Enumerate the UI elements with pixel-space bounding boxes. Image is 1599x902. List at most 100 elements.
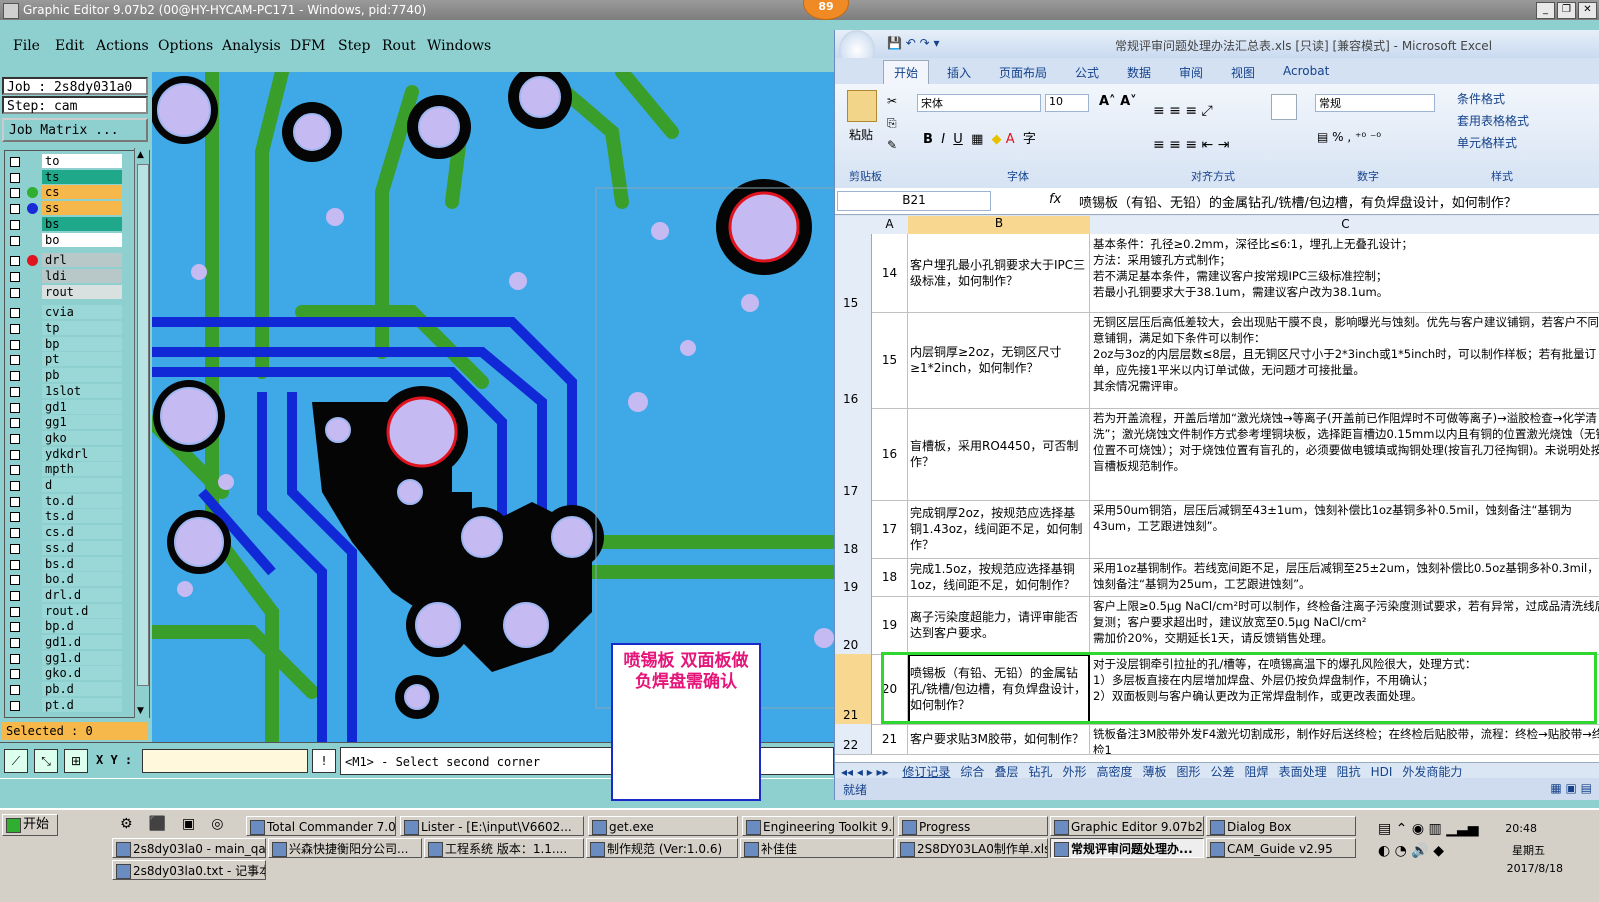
menu-dfm[interactable]: DFM [290, 38, 325, 54]
table-format-button[interactable]: 套用表格格式 [1457, 112, 1529, 129]
layer-checkbox[interactable] [10, 271, 20, 282]
layer-row[interactable]: pt [5, 352, 149, 367]
cell-b[interactable]: 内层铜厚≥2oz，无铜区尺寸≥1*2inch，如何制作？ [908, 312, 1090, 408]
taskbar-button[interactable]: 补佳佳 [740, 838, 894, 858]
layer-name[interactable]: rout [42, 284, 122, 299]
layer-name[interactable]: bp.d [42, 619, 122, 634]
sheet-tab[interactable]: HDI [1371, 765, 1393, 779]
layer-checkbox[interactable] [10, 622, 20, 633]
table-row[interactable]: 17 16 盲槽板，采用RO4450，可否制作？ 若为开盖流程，开盖后增加“激光烧蚀→… [835, 408, 1599, 501]
scroll-thumb[interactable] [137, 164, 149, 686]
row-header[interactable]: 16 [835, 312, 872, 408]
sheet-tab[interactable]: 图形 [1177, 765, 1201, 779]
layer-row[interactable]: drl.d [5, 587, 149, 603]
sheet-tab[interactable]: 表面处理 [1279, 765, 1327, 779]
layer-checkbox[interactable] [10, 606, 20, 617]
sheet-tab[interactable]: 阻抗 [1337, 765, 1361, 779]
layer-checkbox[interactable] [10, 188, 20, 199]
layer-checkbox[interactable] [10, 204, 20, 215]
layer-row[interactable]: ydkdrl [5, 446, 149, 462]
cell-c[interactable]: 铣板备注3M胶带外发F4激光切割成形，制作好后送终检；在终检后贴胶带，流程：终检… [1091, 724, 1599, 754]
sheet-tab[interactable]: 阻焊 [1245, 765, 1269, 779]
menu-edit[interactable]: Edit [55, 38, 84, 54]
row-header[interactable]: 20 [835, 596, 872, 654]
sheet-tab[interactable]: 综合 [960, 765, 984, 779]
layer-name[interactable]: bs.d [42, 556, 122, 571]
number-format-icons[interactable]: ▤ % , ⁺⁰ ⁻⁰ [1317, 130, 1381, 144]
menu-step[interactable]: Step [338, 38, 370, 54]
layer-row[interactable]: cs.d [5, 525, 149, 540]
cell-b[interactable]: 客户要求贴3M胶带，如何制作？ [908, 724, 1090, 754]
taskbar-button[interactable]: Graphic Editor 9.07b2 (0... [1050, 816, 1204, 836]
formula-input[interactable]: 喷锡板（有铅、无铅）的金属钻孔/铣槽/包边槽，有负焊盘设计，如何制作？ [1079, 192, 1517, 211]
sheet-tab[interactable]: 修订记录 [902, 765, 950, 779]
taskbar-button[interactable]: Lister - [E:\input\V6602... [400, 816, 584, 836]
layer-name[interactable]: gg1.d [42, 650, 122, 665]
grow-shrink-font-icons[interactable]: A˄ A˅ [1099, 94, 1137, 109]
row-header[interactable]: 15 [835, 234, 872, 312]
layer-row[interactable]: bo [5, 232, 149, 248]
layer-row[interactable]: ldi [5, 268, 149, 284]
layer-name[interactable]: mpth [42, 462, 122, 477]
sheet-tab[interactable]: 公差 [1211, 765, 1235, 779]
layer-checkbox[interactable] [10, 465, 20, 476]
layer-name[interactable]: pb [42, 368, 122, 383]
col-header-c[interactable]: C [1091, 217, 1599, 231]
cell-a[interactable]: 19 [872, 596, 908, 654]
cell-c[interactable]: 若为开盖流程，开盖后增加“激光烧蚀→等离子(开盖前已作阻焊时不可做等离子)→溢胶… [1091, 408, 1599, 500]
taskbar-button[interactable]: 2s8dy03la0.txt - 记事本 [112, 860, 266, 880]
layer-row[interactable]: gko.d [5, 666, 149, 681]
layer-name[interactable]: drl [42, 253, 122, 268]
layer-row[interactable]: gg1 [5, 415, 149, 430]
layer-row[interactable]: rout [5, 284, 149, 300]
cell-a[interactable]: 14 [872, 234, 908, 312]
taskbar-button[interactable]: Engineering Toolkit 9.07... [742, 816, 894, 836]
cell-a[interactable]: 18 [872, 558, 908, 596]
layer-checkbox[interactable] [10, 172, 20, 183]
cell-b[interactable]: 完成1.5oz，按规范应选择基铜1oz，线间距不足，如何制作？ [908, 558, 1090, 596]
layer-checkbox[interactable] [10, 512, 20, 523]
tab-view[interactable]: 视图 [1231, 64, 1255, 81]
cell-c[interactable]: 客户上限≥0.5μg NaCl/cm²时可以制作，终检备注离子污染度测试要求，若… [1091, 596, 1599, 654]
paste-label[interactable]: 粘贴 [849, 126, 873, 143]
system-tray-icons[interactable]: ▤ ⌃ ◉ ▥ ▁▃▅ ◐ ◔ 🔊 ◆ [1378, 818, 1488, 882]
layer-row[interactable]: gko [5, 430, 149, 446]
col-header-a[interactable]: A [872, 217, 907, 231]
layer-row[interactable]: pt.d [5, 697, 149, 713]
layer-row[interactable]: bo.d [5, 572, 149, 587]
tab-page-layout[interactable]: 页面布局 [999, 64, 1047, 81]
layer-row[interactable]: ss.d [5, 540, 149, 556]
layer-name[interactable]: ss [42, 201, 122, 216]
layer-name[interactable]: to.d [42, 493, 122, 508]
cell-c[interactable]: 对于没层铜牵引拉扯的孔/槽等，在喷锡高温下的爆孔风险很大，处理方式： 1）多层板… [1091, 654, 1599, 724]
layer-checkbox[interactable] [10, 496, 20, 507]
layer-name[interactable]: pt [42, 352, 122, 367]
table-row[interactable]: 21 20 喷锡板（有铅、无铅）的金属钻孔/铣槽/包边槽，有负焊盘设计，如何制作？对… [835, 652, 1599, 725]
tool-measure-icon[interactable]: ⤡ [34, 749, 58, 773]
layer-row[interactable]: mpth [5, 462, 149, 477]
layer-checkbox[interactable] [10, 157, 20, 167]
pcb-canvas[interactable] [152, 72, 835, 742]
menu-windows[interactable]: Windows [427, 38, 491, 54]
row-header[interactable]: 17 [835, 408, 872, 500]
layer-checkbox[interactable] [10, 481, 20, 491]
layer-checkbox[interactable] [10, 590, 20, 601]
taskbar-button[interactable]: 2s8dy03la0 - main_qa [112, 838, 266, 858]
layer-name[interactable]: d [42, 478, 122, 492]
layer-name[interactable]: 1slot [42, 383, 122, 398]
sheet-tab[interactable]: 外形 [1062, 765, 1086, 779]
cell-b[interactable]: 盲槽板，采用RO4450，可否制作？ [908, 408, 1090, 500]
taskbar-button[interactable]: Progress [898, 816, 1048, 836]
tab-insert[interactable]: 插入 [947, 64, 971, 81]
sheet-nav-icons[interactable]: ◂◂ ◂ ▸ ▸▸ [841, 765, 892, 779]
layer-checkbox[interactable] [10, 543, 20, 554]
layer-name[interactable]: ydkdrl [42, 446, 122, 461]
row-header[interactable]: 21 [835, 654, 872, 724]
layer-name[interactable]: cs.d [42, 525, 122, 540]
cell-style-button[interactable]: 单元格样式 [1457, 134, 1517, 151]
cell-a[interactable]: 16 [872, 408, 908, 500]
layer-name[interactable]: ss.d [42, 540, 122, 555]
layer-name[interactable]: pt.d [42, 697, 122, 712]
view-mode-icons[interactable]: ▦ ▣ ▤ [1550, 781, 1592, 795]
cell-a[interactable]: 21 [872, 724, 908, 754]
